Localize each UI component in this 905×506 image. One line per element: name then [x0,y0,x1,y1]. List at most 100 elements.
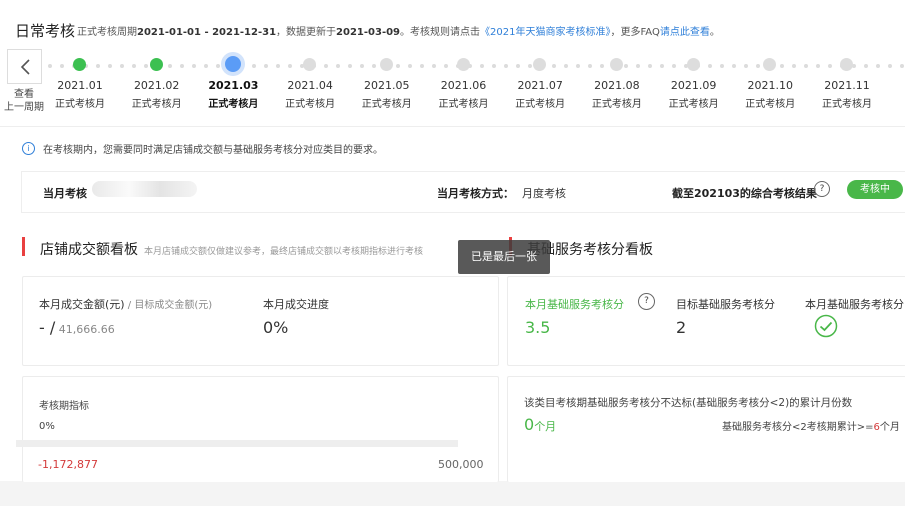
month-date: 2021.05 [364,79,410,92]
target-score-value: 2 [676,318,687,337]
assessment-method-label: 当月考核方式： [437,187,514,200]
month-label: 正式考核月 [55,99,105,110]
month-date: 2021.11 [824,79,870,92]
timeline-dot [204,64,208,68]
prev-period-button[interactable] [7,49,42,84]
timeline-dot [900,64,904,68]
timeline-dot [108,64,112,68]
gmv-label-text: 本月成交金额(元) [39,298,125,311]
month-label: 正式考核月 [361,99,412,110]
info-text: 在考核期内，您需要同时满足店铺成交额与基础服务考核分对应类目的要求。 [43,145,383,156]
timeline-dot [360,64,364,68]
timeline-dot [288,64,292,68]
timeline-dot [60,64,64,68]
timeline-dot [192,64,196,68]
timeline-dot [492,64,496,68]
month-label: 正式考核月 [822,99,872,110]
month-date: 2021.08 [594,79,640,92]
progress-value: 0% [263,318,289,337]
month-label: 正式考核月 [131,99,182,110]
timeline-track [48,64,905,68]
service-score-label: 本月基础服务考核分 [525,298,624,311]
timeline-dot [708,64,712,68]
timeline-dot [876,64,880,68]
timeline-node [533,58,547,71]
month-date: 2021.09 [670,79,717,92]
period-info: 正式考核周期2021-01-01 - 2021-12-31，数据更新于2021-… [77,23,720,38]
timeline-dot [48,64,52,68]
rule-link[interactable]: 《2021年天猫商家考核标准》 [480,27,610,38]
timeline-dot [120,64,124,68]
timeline-dot [396,64,400,68]
month-date: 2021.07 [517,79,563,92]
timeline-node [840,58,853,71]
timeline-dot [504,64,508,68]
assessment-label: 当月考核 [43,187,87,200]
rule-prefix: 。考核规则请点击 [400,27,481,38]
blurred-shop-name [92,181,197,197]
timeline-node [73,58,86,71]
timeline-dot [276,64,280,68]
timeline-dot [864,64,868,68]
fail-count-card: 该类目考核期基础服务考核分不达标(基础服务考核分<2)的累计月份数 0个月 基础… [507,376,905,482]
timeline-node [609,58,623,71]
timeline-dot [552,64,556,68]
gmv-value-text: - / [39,318,56,337]
prev-label-line2: 上一周期 [4,102,44,113]
timeline-node [225,56,242,72]
month-label: 正式考核月 [591,99,642,110]
timeline-dot [180,64,184,68]
target-gmv-label: / 目标成交金额(元) [124,300,213,311]
faq-suffix: 。 [709,27,720,38]
sales-board-title: 店铺成交额看板 [22,237,138,259]
month-label: 正式考核月 [515,99,566,110]
timeline-dot [264,64,268,68]
period-range: 2021-01-01 - 2021-12-31 [137,27,277,38]
help-icon[interactable]: ? [638,293,655,310]
main-content: i 在考核期内，您需要同时满足店铺成交额与基础服务考核分对应类目的要求。 当月考… [0,126,905,482]
timeline-dot [648,64,652,68]
timeline-node [149,58,163,71]
month-date: 2021.03 [208,79,259,92]
month-label: 正式考核月 [208,99,259,110]
result-label: 截至202103的综合考核结果 [672,187,817,200]
timeline-dot [792,64,796,68]
info-bar: i 在考核期内，您需要同时满足店铺成交额与基础服务考核分对应类目的要求。 [22,141,383,156]
prev-period-label[interactable]: 查看 上一周期 [0,88,48,114]
timeline-dot [624,64,628,68]
update-date: 2021-03-09 [336,27,401,38]
timeline-dot [348,64,352,68]
timeline-node [303,58,317,71]
timeline-dot [336,64,340,68]
timeline-dot [828,64,832,68]
progress-label: 本月成交进度 [263,298,329,311]
help-icon[interactable]: ? [814,181,830,197]
timeline-dot [252,64,256,68]
timeline-dot [804,64,808,68]
period-metric-label: 考核期指标 [39,401,89,412]
timeline-dot [420,64,424,68]
chevron-left-icon [20,58,30,75]
target-total: 500,000 [438,458,484,471]
month-date: 2021.04 [287,79,333,92]
period-progress-bar [16,440,458,447]
timeline-dot [444,64,448,68]
timeline-node [379,58,393,71]
current-value: -1,172,877 [38,458,98,471]
timeline-dot [132,64,136,68]
period-progress-text: 0% [39,421,55,432]
month-label: 正式考核月 [285,99,336,110]
timeline-dot [480,64,484,68]
service-score-value: 3.5 [525,318,551,337]
score-status-label: 本月基础服务考核分 [805,298,904,311]
faq-link[interactable]: 请点此查看 [660,27,710,38]
month-date: 2021.10 [747,79,794,92]
target-score-label: 目标基础服务考核分 [676,298,775,311]
page-title: 日常考核 [15,22,76,40]
timeline-dot [756,64,760,68]
timeline-dot [516,64,520,68]
timeline-dot [672,64,676,68]
timeline-dot [528,64,532,68]
timeline-dot [96,64,100,68]
month-date: 2021.06 [440,79,487,92]
